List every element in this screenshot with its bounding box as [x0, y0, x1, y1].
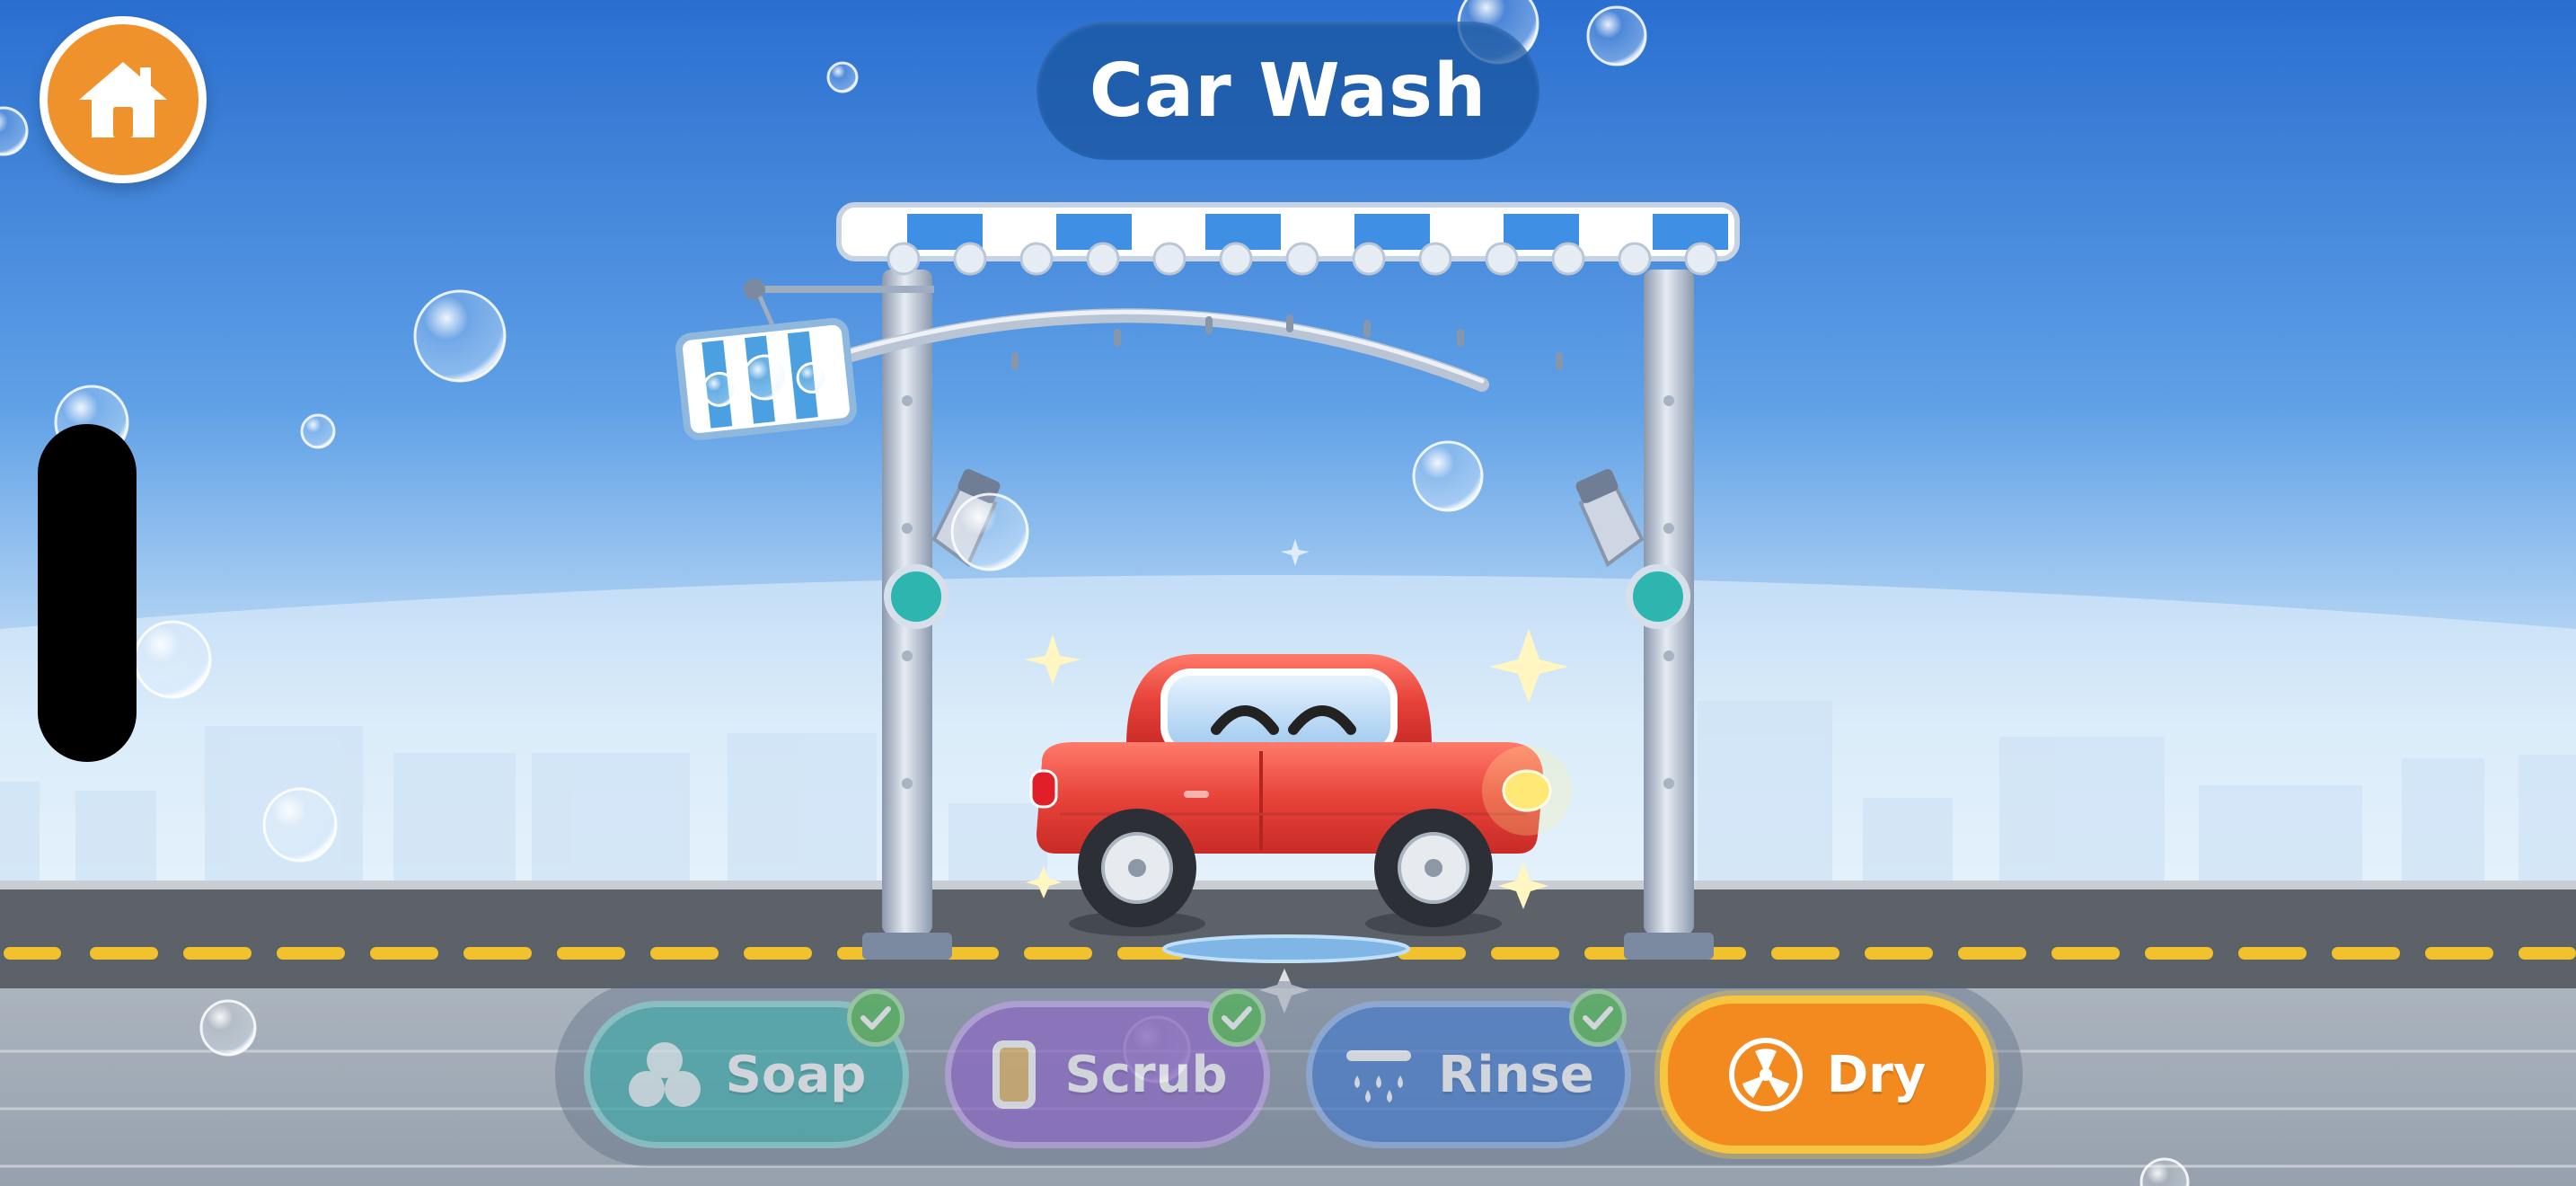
dry-label: Dry [1826, 1045, 1927, 1104]
water-puddle [1162, 934, 1410, 963]
home-button[interactable] [40, 16, 207, 183]
soap-tool-button[interactable]: Soap [584, 989, 909, 1148]
home-icon [79, 62, 167, 137]
scrub-tool-button[interactable]: Scrub [945, 989, 1270, 1148]
sponge-icon [992, 1040, 1037, 1109]
page-title: Car Wash [1037, 22, 1539, 160]
soap-label: Soap [725, 1045, 867, 1104]
soap-completed-check-icon [847, 989, 904, 1047]
scrub-completed-check-icon [1208, 989, 1266, 1047]
dry-tool-button[interactable]: Dry [1660, 996, 1994, 1154]
rinse-completed-check-icon [1569, 989, 1627, 1047]
car-wheel-front [1078, 809, 1196, 927]
rinse-label: Rinse [1438, 1045, 1594, 1104]
fan-icon [1728, 1038, 1803, 1111]
scrub-label: Scrub [1064, 1045, 1228, 1104]
side-panel-handle[interactable] [38, 424, 137, 762]
car-wash-sign [675, 317, 857, 440]
shower-icon [1346, 1050, 1412, 1102]
road [0, 881, 2576, 988]
bubbles-icon [628, 1042, 701, 1107]
rinse-tool-button[interactable]: Rinse [1306, 989, 1631, 1148]
car-wheel-rear [1374, 809, 1493, 927]
